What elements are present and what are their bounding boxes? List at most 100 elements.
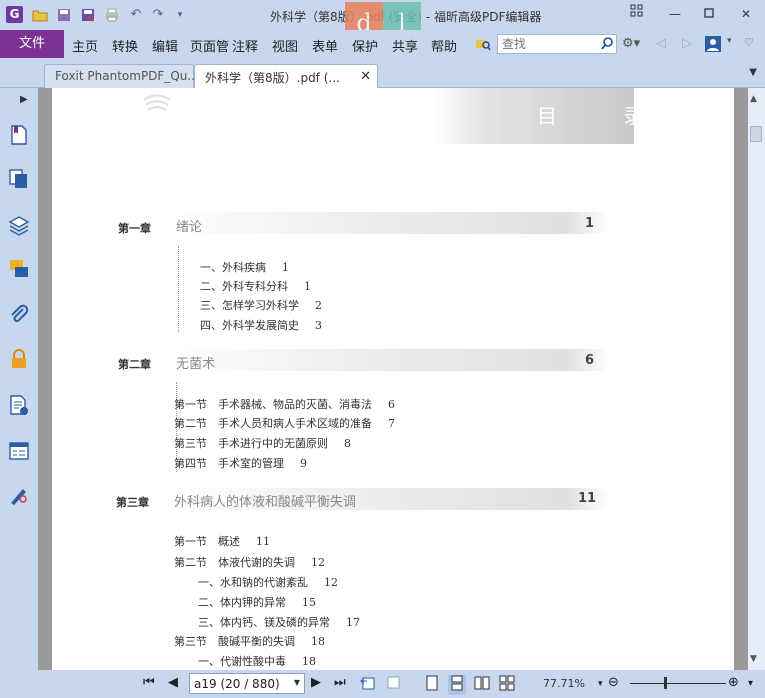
redo-icon[interactable]: ↷ bbox=[150, 7, 166, 23]
tab-surgery-pdf[interactable]: 外科学（第8版）.pdf (... ✕ bbox=[194, 64, 378, 88]
close-tab-icon[interactable]: ✕ bbox=[360, 69, 371, 84]
chapter-2-label: 第二章 bbox=[118, 358, 151, 371]
menu-form[interactable]: 表单 bbox=[312, 36, 338, 55]
zoom-out-icon[interactable]: ⊖ bbox=[608, 675, 619, 690]
navigation-sidebar: ▶ bbox=[0, 88, 38, 670]
menu-view[interactable]: 视图 bbox=[272, 36, 298, 55]
save-as-icon[interactable] bbox=[80, 7, 96, 23]
toc-entry[interactable]: 第一节 概述 11 bbox=[174, 533, 270, 549]
comments-icon[interactable] bbox=[8, 258, 30, 280]
first-page-icon[interactable]: ⏮ bbox=[143, 675, 155, 690]
toc-entry[interactable]: 四、外科学发展简史 3 bbox=[200, 317, 322, 333]
chapter-1-divider bbox=[178, 246, 179, 332]
menu-page-organize[interactable]: 页面管 bbox=[190, 36, 230, 55]
toc-entry[interactable]: 三、体内钙、镁及磷的异常 17 bbox=[198, 614, 360, 630]
chapter-3-page: 11 bbox=[578, 491, 597, 506]
toc-entry[interactable]: 三、怎样学习外科学 2 bbox=[200, 297, 322, 313]
toc-entry[interactable]: 一、水和钠的代谢紊乱 12 bbox=[198, 574, 338, 590]
find-folder-icon[interactable] bbox=[475, 36, 491, 56]
facing-view-icon[interactable] bbox=[474, 675, 490, 695]
previous-view-icon[interactable] bbox=[360, 675, 376, 695]
document-viewport[interactable]: 目 录 第一章 绪论 1 一、外科疾病 1 二、外科专科分科 1 三、怎样学习外科学… bbox=[38, 88, 748, 670]
next-view-icon[interactable] bbox=[386, 675, 402, 695]
fit-options-icon[interactable]: ▾ bbox=[748, 678, 753, 689]
menu-protect[interactable]: 保护 bbox=[352, 36, 378, 55]
toc-entry[interactable]: 一、外科疾病 1 bbox=[200, 259, 289, 275]
save-icon[interactable] bbox=[56, 7, 72, 23]
scroll-up-icon[interactable]: ▲ bbox=[750, 94, 757, 104]
menu-comment[interactable]: 注释 bbox=[232, 36, 258, 55]
page-number-field[interactable]: a19 (20 / 880) ▼ bbox=[189, 673, 305, 694]
menu-share[interactable]: 共享 bbox=[392, 36, 418, 55]
file-menu-button[interactable]: 文件 bbox=[0, 30, 64, 58]
toc-entry[interactable]: 第四节 手术室的管理 9 bbox=[174, 455, 307, 471]
ribbon-collapse-icon[interactable]: ♡ bbox=[744, 36, 754, 49]
signature-icon[interactable] bbox=[8, 484, 30, 506]
page-thumbnails-icon[interactable] bbox=[8, 168, 30, 190]
page-dropdown-icon[interactable]: ▼ bbox=[294, 678, 300, 687]
foxit-app-icon[interactable]: G bbox=[6, 6, 23, 23]
open-icon[interactable] bbox=[32, 7, 48, 23]
single-page-view-icon[interactable] bbox=[425, 675, 439, 695]
zoom-in-icon[interactable]: ⊕ bbox=[728, 675, 739, 690]
toc-entry[interactable]: 二、体内钾的异常 15 bbox=[198, 594, 316, 610]
minimize-button[interactable]: — bbox=[664, 4, 686, 24]
print-icon[interactable] bbox=[104, 7, 120, 23]
next-page-icon[interactable]: ▶ bbox=[311, 675, 321, 690]
vertical-scrollbar[interactable]: ▲ ▼ bbox=[748, 88, 765, 670]
tab-label: 外科学（第8版）.pdf (... bbox=[205, 71, 340, 85]
continuous-facing-view-icon[interactable] bbox=[499, 675, 515, 695]
expand-panel-icon[interactable]: ▶ bbox=[20, 94, 28, 105]
search-input[interactable] bbox=[498, 35, 594, 53]
nav-forward-icon[interactable]: ▷ bbox=[682, 36, 692, 51]
scroll-thumb[interactable] bbox=[750, 126, 762, 142]
zoom-level[interactable]: 77.71% bbox=[543, 677, 585, 690]
last-page-icon[interactable]: ⏭ bbox=[334, 675, 346, 690]
content-panel-icon[interactable] bbox=[8, 440, 30, 462]
layers-icon[interactable] bbox=[8, 214, 30, 236]
user-dropdown-icon[interactable]: ▾ bbox=[727, 36, 732, 46]
zoom-dropdown-icon[interactable]: ▾ bbox=[598, 679, 603, 689]
maximize-button[interactable] bbox=[698, 4, 720, 24]
decorative-swirl-graphic bbox=[143, 94, 171, 111]
user-account-icon[interactable] bbox=[705, 36, 721, 56]
ribbon-display-icon[interactable] bbox=[626, 4, 648, 24]
previous-page-icon[interactable]: ◀ bbox=[168, 675, 178, 690]
toc-entry[interactable]: 第三节 酸碱平衡的失调 18 bbox=[174, 633, 325, 649]
chapter-1-label: 第一章 bbox=[118, 222, 151, 235]
tab-label: Foxit PhantomPDF_Qu... bbox=[55, 69, 199, 83]
nav-back-icon[interactable]: ◁ bbox=[656, 36, 666, 51]
toc-entry[interactable]: 第一节 手术器械、物品的灭菌、消毒法 6 bbox=[174, 396, 395, 412]
chapter-3-label: 第三章 bbox=[116, 496, 149, 509]
tab-list-dropdown-icon[interactable]: ▼ bbox=[749, 67, 757, 78]
menu-convert[interactable]: 转换 bbox=[112, 36, 138, 55]
scroll-down-icon[interactable]: ▼ bbox=[750, 654, 757, 664]
search-icon[interactable] bbox=[600, 36, 614, 54]
toc-entry[interactable]: 第二节 体液代谢的失调 12 bbox=[174, 554, 325, 570]
menu-edit[interactable]: 编辑 bbox=[152, 36, 178, 55]
menu-help[interactable]: 帮助 bbox=[431, 36, 457, 55]
close-button[interactable]: ✕ bbox=[735, 4, 757, 24]
customize-icon[interactable]: ▾ bbox=[172, 7, 188, 23]
search-box[interactable] bbox=[497, 34, 617, 54]
page-number-value: a19 (20 / 880) bbox=[194, 677, 280, 691]
undo-icon[interactable]: ↶ bbox=[128, 7, 144, 23]
toc-entry[interactable]: 第三节 手术进行中的无菌原则 8 bbox=[174, 435, 351, 451]
tab-foxit-quickguide[interactable]: Foxit PhantomPDF_Qu... bbox=[44, 64, 199, 88]
toc-entry[interactable]: 二、外科专科分科 1 bbox=[200, 278, 311, 294]
document-properties-icon[interactable] bbox=[8, 394, 30, 416]
attachments-icon[interactable] bbox=[8, 304, 30, 326]
settings-gear-icon[interactable]: ⚙▾ bbox=[622, 36, 640, 51]
status-bar: ⏮ ◀ a19 (20 / 880) ▼ ▶ ⏭ 77.71% ▾ ⊖ ⊕ ▾ bbox=[0, 670, 765, 698]
continuous-view-icon[interactable] bbox=[448, 675, 466, 695]
zoom-slider[interactable] bbox=[630, 683, 726, 684]
security-lock-icon[interactable] bbox=[8, 348, 30, 370]
menu-bar: 文件 主页 转换 编辑 页面管 注释 视图 表单 保护 共享 帮助 ⚙▾ ◁ ▷… bbox=[0, 30, 765, 58]
bookmarks-icon[interactable] bbox=[8, 124, 30, 146]
menu-home[interactable]: 主页 bbox=[72, 36, 98, 55]
document-tab-bar: Foxit PhantomPDF_Qu... 外科学（第8版）.pdf (...… bbox=[0, 58, 765, 88]
zoom-slider-thumb[interactable] bbox=[664, 677, 667, 689]
pdf-page: 目 录 第一章 绪论 1 一、外科疾病 1 二、外科专科分科 1 三、怎样学习外科学… bbox=[52, 88, 734, 670]
toc-entry[interactable]: 第二节 手术人员和病人手术区域的准备 7 bbox=[174, 415, 395, 431]
toc-entry[interactable]: 一、代谢性酸中毒 18 bbox=[198, 653, 316, 669]
